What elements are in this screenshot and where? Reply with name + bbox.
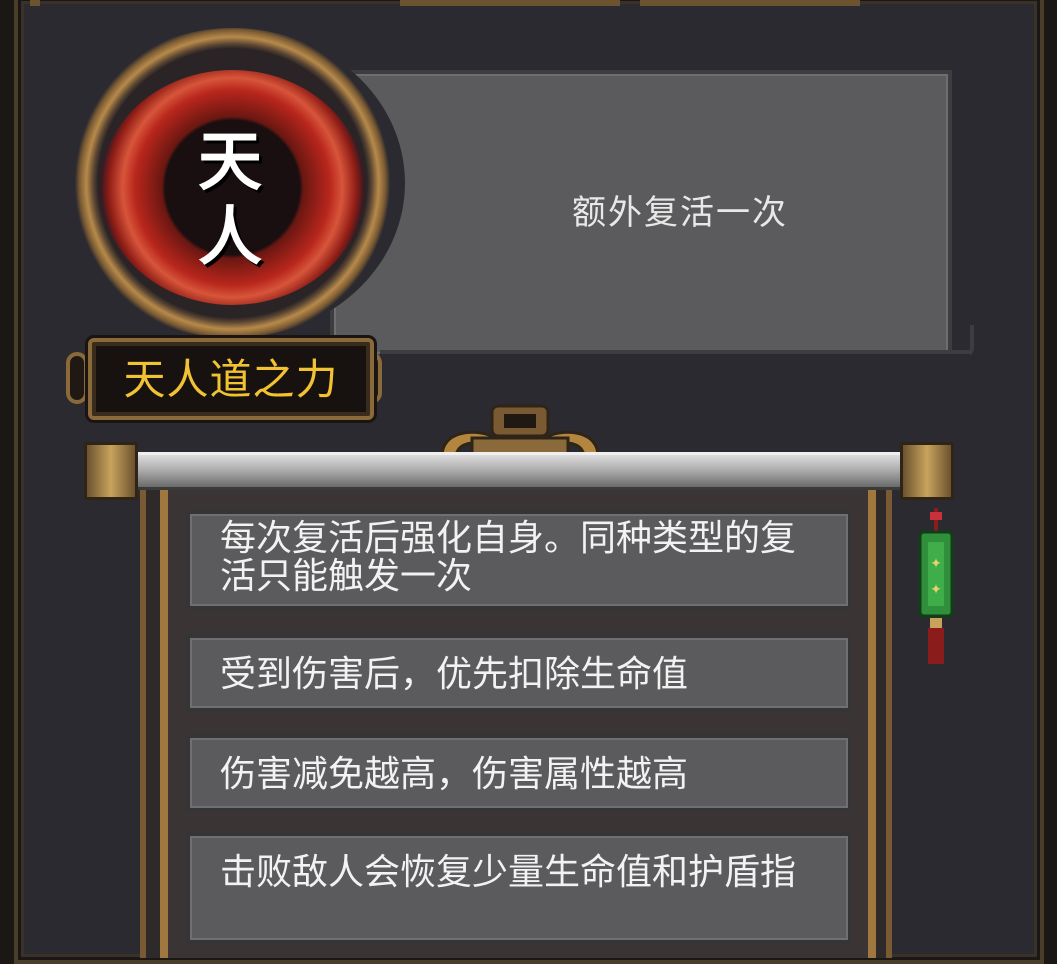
name-plate-curl-left (66, 352, 88, 404)
effect-entry-2: 受到伤害后，优先扣除生命值 (186, 634, 852, 712)
scroll-rod-cap-left (84, 442, 138, 500)
top-trim-center (400, 0, 620, 6)
effect-entry-3: 伤害减免越高，伤害属性越高 (186, 734, 852, 812)
scroll-rail-right (868, 488, 876, 958)
skill-name: 天人道之力 (123, 355, 339, 404)
effect-entry-text: 每次复活后强化自身。同种类型的复活只能触发一次 (220, 518, 797, 597)
svg-text:✦: ✦ (930, 582, 942, 598)
description-panel-base (380, 350, 970, 384)
scroll-rod-cap-right (900, 442, 954, 500)
seal-glyph: 天人 (198, 125, 262, 275)
jade-tassel-icon: ✦ ✦ (918, 508, 954, 664)
top-trim-right (640, 0, 860, 6)
effect-entry-1: 每次复活后强化自身。同种类型的复活只能触发一次 (186, 510, 852, 610)
effect-entry-text: 受到伤害后，优先扣除生命值 (220, 654, 689, 695)
effect-entry-text: 伤害减免越高，伤害属性越高 (220, 754, 689, 795)
effect-entry-text: 击败敌人会恢复少量生命值和护盾指 (220, 852, 797, 893)
effect-entry-4: 击败敌人会恢复少量生命值和护盾指 (186, 832, 852, 944)
scroll-rail-left (160, 488, 168, 958)
svg-text:✦: ✦ (930, 556, 942, 572)
top-trim-left (30, 0, 40, 6)
scroll-rod (108, 452, 920, 490)
skill-description: 额外复活一次 (572, 193, 788, 233)
